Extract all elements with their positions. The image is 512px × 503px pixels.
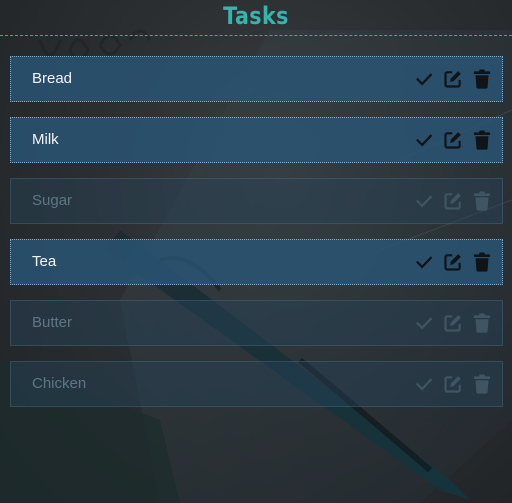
task-actions	[406, 251, 493, 273]
trash-icon	[473, 313, 491, 333]
check-icon	[415, 314, 433, 332]
check-icon	[415, 253, 433, 271]
task-actions	[406, 68, 493, 90]
complete-button[interactable]	[413, 190, 435, 212]
edit-icon	[443, 252, 463, 272]
check-icon	[415, 375, 433, 393]
task-actions	[406, 129, 493, 151]
edit-button[interactable]	[442, 251, 464, 273]
edit-icon	[443, 69, 463, 89]
trash-icon	[473, 130, 491, 150]
task-actions	[406, 190, 493, 212]
edit-icon	[443, 313, 463, 333]
task-label: Milk	[32, 131, 59, 148]
task-label: Chicken	[32, 375, 87, 392]
delete-button[interactable]	[471, 190, 493, 212]
check-icon	[415, 131, 433, 149]
edit-icon	[443, 130, 463, 150]
edit-button[interactable]	[442, 190, 464, 212]
task-label: Tea	[32, 253, 57, 270]
task-item[interactable]: Chicken	[10, 361, 503, 407]
page-title: Tasks	[223, 2, 289, 30]
delete-button[interactable]	[471, 373, 493, 395]
task-actions	[406, 373, 493, 395]
complete-button[interactable]	[413, 312, 435, 334]
task-item[interactable]: Butter	[10, 300, 503, 346]
edit-button[interactable]	[442, 68, 464, 90]
trash-icon	[473, 374, 491, 394]
trash-icon	[473, 69, 491, 89]
edit-button[interactable]	[442, 312, 464, 334]
task-item[interactable]: Sugar	[10, 178, 503, 224]
edit-icon	[443, 374, 463, 394]
delete-button[interactable]	[471, 312, 493, 334]
task-label: Bread	[32, 70, 73, 87]
task-label: Sugar	[32, 192, 73, 209]
trash-icon	[473, 191, 491, 211]
delete-button[interactable]	[471, 129, 493, 151]
check-icon	[415, 192, 433, 210]
edit-icon	[443, 191, 463, 211]
task-item[interactable]: Bread	[10, 56, 503, 102]
task-list: Bread Milk Sugar Tea Butter Chicken	[10, 56, 503, 422]
complete-button[interactable]	[413, 373, 435, 395]
delete-button[interactable]	[471, 68, 493, 90]
task-item[interactable]: Tea	[10, 239, 503, 285]
task-item[interactable]: Milk	[10, 117, 503, 163]
delete-button[interactable]	[471, 251, 493, 273]
edit-button[interactable]	[442, 373, 464, 395]
edit-button[interactable]	[442, 129, 464, 151]
app-header: Tasks	[0, 0, 512, 36]
task-actions	[406, 312, 493, 334]
complete-button[interactable]	[413, 129, 435, 151]
complete-button[interactable]	[413, 251, 435, 273]
task-label: Butter	[32, 314, 73, 331]
trash-icon	[473, 252, 491, 272]
check-icon	[415, 70, 433, 88]
complete-button[interactable]	[413, 68, 435, 90]
